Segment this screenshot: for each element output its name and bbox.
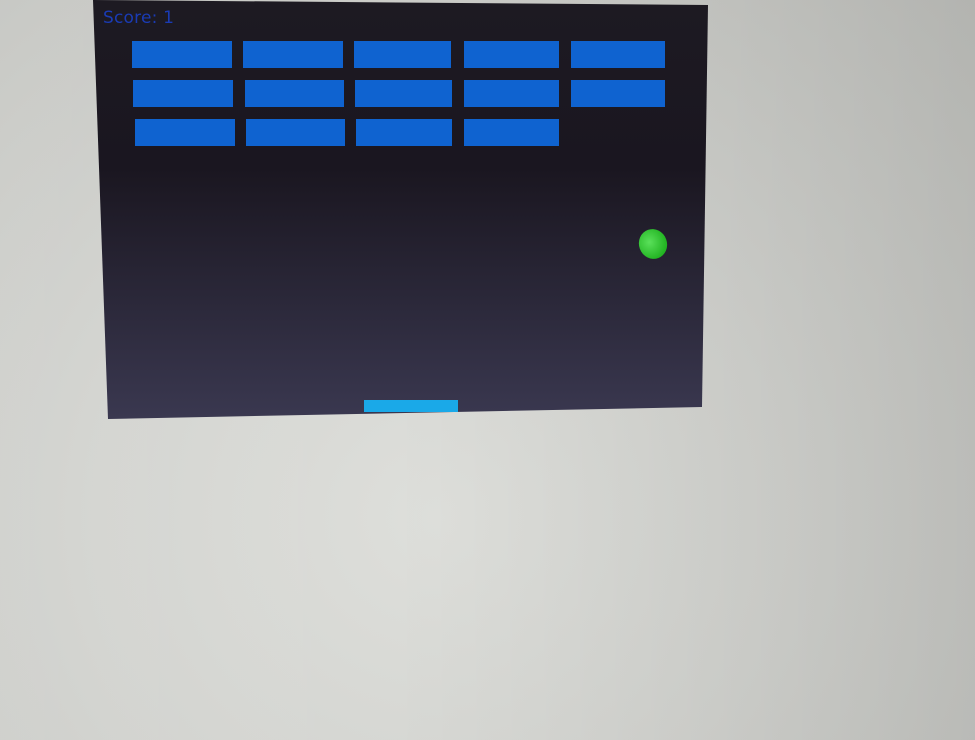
brick-r2-c4 <box>464 80 559 107</box>
brick-r1-c4 <box>464 41 559 68</box>
brick-r3-c3 <box>356 119 452 146</box>
brick-r2-c1 <box>133 80 233 107</box>
brick-r2-c3 <box>355 80 452 107</box>
brick-r2-c2 <box>245 80 344 107</box>
brick-r3-c2 <box>246 119 345 146</box>
brick-r1-c3 <box>354 41 451 68</box>
bricks-layer <box>132 41 665 146</box>
brick-r1-c2 <box>243 41 343 68</box>
game-canvas[interactable] <box>0 0 975 740</box>
game-board[interactable] <box>93 0 708 419</box>
paddle[interactable] <box>364 400 458 412</box>
ball <box>638 229 668 259</box>
brick-r1-c1 <box>132 41 232 68</box>
page-background <box>0 0 975 740</box>
score-label: Score: 1 <box>103 8 175 28</box>
brick-r1-c5 <box>571 41 665 68</box>
game-svg[interactable] <box>0 0 975 740</box>
brick-r3-c4 <box>464 119 559 146</box>
brick-r2-c5 <box>571 80 665 107</box>
brick-r3-c1 <box>135 119 235 146</box>
